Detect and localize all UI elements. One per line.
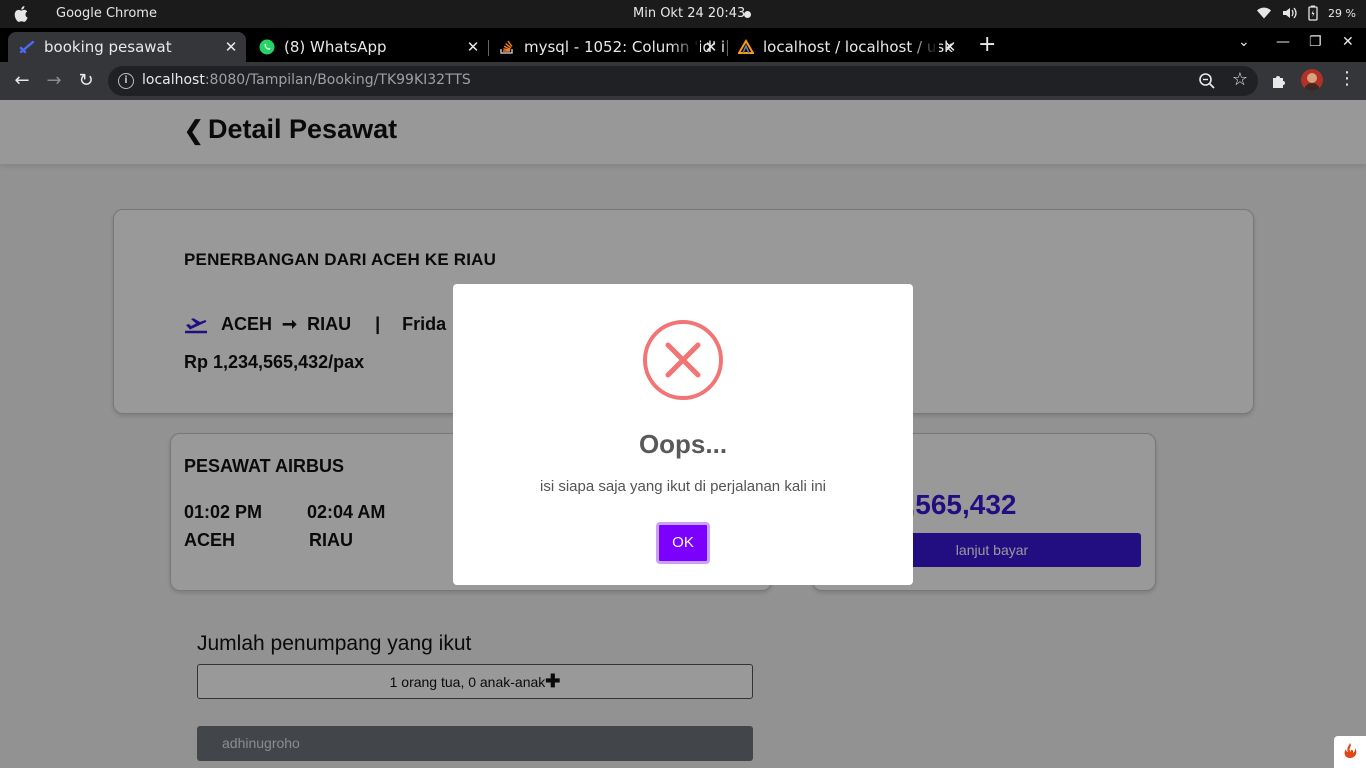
dialog-title: Oops... — [638, 429, 728, 459]
close-tab-icon[interactable]: ✕ — [222, 38, 240, 56]
tab-whatsapp[interactable]: (8) WhatsApp ✕ — [248, 32, 488, 62]
tab-mysql[interactable]: mysql - 1052: Column 'id' i ✕ — [488, 32, 726, 62]
stackoverflow-icon — [500, 40, 513, 54]
phpmyadmin-icon — [738, 39, 754, 54]
booking-favicon-icon — [19, 40, 35, 54]
tab-strip: booking pesawat ✕ (8) WhatsApp ✕ mysql -… — [0, 28, 1366, 62]
site-info-icon[interactable]: i — [118, 73, 134, 89]
ok-button[interactable]: OK — [656, 522, 710, 564]
battery-percent: 29 % — [1328, 6, 1356, 20]
bookmark-star-icon[interactable]: ☆ — [1232, 69, 1248, 90]
close-tab-icon[interactable]: ✕ — [702, 38, 720, 56]
tab-phpmyadmin[interactable]: localhost / localhost / usk ✕ — [727, 32, 965, 62]
tab-booking-pesawat[interactable]: booking pesawat ✕ — [8, 32, 246, 62]
notification-dot — [744, 11, 751, 18]
back-icon[interactable]: ← — [11, 70, 33, 92]
clock[interactable]: Min Okt 24 20:43 — [633, 6, 745, 21]
new-tab-icon[interactable]: + — [978, 34, 996, 56]
profile-avatar[interactable] — [1301, 69, 1323, 91]
codeigniter-debug-icon[interactable] — [1334, 736, 1366, 768]
url-text[interactable]: localhost:8080/Tampilan/Booking/TK99KI32… — [142, 72, 471, 88]
browser-menu-icon[interactable]: ⋮ — [1338, 70, 1356, 88]
address-bar[interactable]: i localhost:8080/Tampilan/Booking/TK99KI… — [108, 66, 1258, 96]
error-dialog: Oops... isi siapa saja yang ikut di perj… — [453, 284, 913, 585]
window-close-icon[interactable]: ✕ — [1342, 34, 1354, 50]
wifi-icon[interactable] — [1256, 7, 1272, 19]
close-tab-icon[interactable]: ✕ — [464, 38, 482, 56]
error-x-icon — [643, 320, 723, 400]
app-name[interactable]: Google Chrome — [56, 6, 157, 21]
apple-icon[interactable] — [14, 5, 30, 23]
restore-icon[interactable]: ❐ — [1309, 34, 1322, 50]
tab-title: booking pesawat — [44, 38, 172, 56]
tab-search-icon[interactable]: ⌄ — [1238, 34, 1250, 50]
extensions-icon[interactable] — [1270, 72, 1288, 90]
minimize-icon[interactable]: — — [1276, 34, 1290, 50]
volume-icon[interactable] — [1282, 6, 1298, 20]
close-tab-icon[interactable]: ✕ — [941, 38, 959, 56]
forward-icon[interactable]: → — [43, 70, 65, 92]
browser-toolbar: ← → ↻ i localhost:8080/Tampilan/Booking/… — [0, 62, 1366, 100]
tab-title: (8) WhatsApp — [284, 38, 387, 56]
reload-icon[interactable]: ↻ — [75, 70, 97, 92]
os-top-bar: Google Chrome Min Okt 24 20:43 29 % — [0, 0, 1366, 28]
dialog-message: isi siapa saja yang ikut di perjalanan k… — [540, 478, 826, 495]
battery-icon[interactable] — [1308, 5, 1318, 21]
system-tray[interactable]: 29 % — [1256, 5, 1356, 21]
whatsapp-icon — [259, 39, 275, 55]
zoom-icon[interactable] — [1198, 72, 1216, 90]
